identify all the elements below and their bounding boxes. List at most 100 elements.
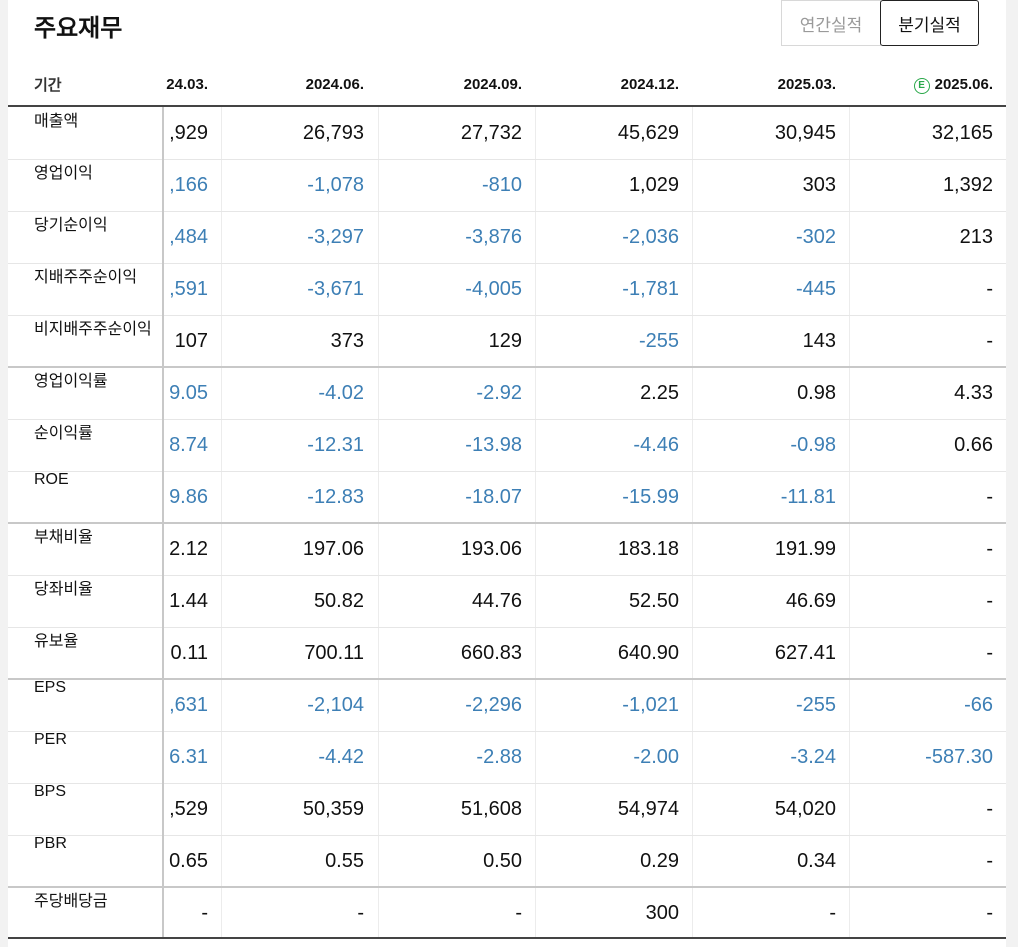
column-header-6: E 2025.06.: [853, 76, 993, 96]
table-cell: 45,629: [617, 122, 679, 144]
table-cell: 4.33: [954, 382, 993, 404]
row-divider: [8, 211, 162, 212]
column-header-label: 2024.12.: [620, 76, 679, 93]
table-cell: -1,078: [307, 174, 364, 196]
row-label-column: 매출액 영업이익 당기순이익 지배주주순이익 비지배주주순이익 영업이익률 순이익률 ROE 부…: [8, 107, 164, 937]
table-cell: -3,297: [307, 226, 364, 248]
row-divider: [8, 263, 162, 264]
table-cell: -2.92: [476, 382, 522, 404]
table-cell: -11.81: [780, 486, 836, 508]
row-label: 영업이익률: [34, 373, 108, 390]
quarterly-results-tab[interactable]: 분기실적: [880, 0, 979, 46]
table-cell: 27,732: [460, 122, 522, 144]
table-cell: -3.24: [790, 746, 836, 768]
table-cell: -: [829, 902, 836, 924]
table-cell: -4,005: [465, 278, 522, 300]
table-cell: -4.46: [633, 434, 679, 456]
table-cell: -: [986, 330, 993, 352]
table-cell: -: [986, 850, 993, 872]
row-label: 영업이익: [34, 165, 93, 182]
group-divider: [8, 678, 162, 680]
table-cell: -2.88: [476, 746, 522, 768]
row-label: 순이익률: [34, 425, 93, 442]
table-cell: 191.99: [774, 538, 836, 560]
table-cell: 0.66: [954, 434, 993, 456]
row-divider: [8, 315, 162, 316]
column-header-1: 24.03.: [68, 76, 208, 96]
row-label: 유보율: [34, 633, 79, 650]
table-cell: 0.29: [640, 850, 679, 872]
row-divider: [8, 471, 162, 472]
table-cell: 51,608: [460, 798, 522, 820]
table-cell: -255: [795, 694, 836, 716]
table-cell: 52.50: [628, 590, 679, 612]
table-cell: 46.69: [785, 590, 836, 612]
table-cell: -66: [964, 694, 993, 716]
table-cell: -0.98: [790, 434, 836, 456]
table-cell: -: [986, 590, 993, 612]
table-cell: -587.30: [925, 746, 993, 768]
table-cell: -3,876: [465, 226, 522, 248]
table-cell: -810: [481, 174, 522, 196]
table-cell: -2,104: [307, 694, 364, 716]
table-cell: -2,036: [622, 226, 679, 248]
table-cell: -12.83: [307, 486, 364, 508]
table-cell: -302: [795, 226, 836, 248]
table-cell: -4.02: [318, 382, 364, 404]
table-cell: -1,781: [622, 278, 679, 300]
row-label: 당좌비율: [34, 581, 93, 598]
table-cell: -: [986, 278, 993, 300]
table-cell: 50.82: [313, 590, 364, 612]
row-label: PER: [34, 731, 67, 748]
table-cell: -18.07: [465, 486, 522, 508]
table-cell: -2.00: [633, 746, 679, 768]
table-cell: 0.55: [325, 850, 364, 872]
group-divider: [8, 522, 162, 524]
table-cell: -: [986, 486, 993, 508]
table-cell: 300: [645, 902, 679, 924]
row-label: 매출액: [34, 113, 79, 130]
table-cell: -: [515, 902, 522, 924]
table-bottom-divider: [8, 937, 1006, 939]
column-header-label: 2024.06.: [305, 76, 364, 93]
annual-results-tab[interactable]: 연간실적: [781, 0, 881, 46]
group-divider: [8, 886, 162, 888]
column-header-label: 2024.09.: [463, 76, 522, 93]
table-cell: 26,793: [302, 122, 364, 144]
table-cell: 2.25: [640, 382, 679, 404]
table-cell: 30,945: [774, 122, 836, 144]
table-cell: 627.41: [774, 642, 836, 664]
table-cell: 54,974: [617, 798, 679, 820]
table-cell: -1,021: [622, 694, 679, 716]
row-label: 비지배주주순이익: [34, 321, 152, 338]
table-cell: -4.42: [318, 746, 364, 768]
table-cell: 373: [330, 330, 364, 352]
estimate-icon: E: [913, 78, 930, 94]
column-header-label: 24.03.: [166, 76, 208, 93]
table-cell: 660.83: [460, 642, 522, 664]
table-cell: -: [986, 798, 993, 820]
row-divider: [8, 835, 162, 836]
row-label: ROE: [34, 471, 69, 488]
table-cell: -12.31: [307, 434, 364, 456]
column-header-2: 2024.06.: [224, 76, 364, 96]
column-header-3: 2024.09.: [382, 76, 522, 96]
table-cell: 44.76: [471, 590, 522, 612]
table-cell: 0.34: [797, 850, 836, 872]
table-cell: 640.90: [617, 642, 679, 664]
column-header-label: 2025.06.: [934, 76, 993, 93]
row-divider: [8, 627, 162, 628]
row-label: 지배주주순이익: [34, 269, 138, 286]
row-divider: [8, 575, 162, 576]
table-cell: 193.06: [460, 538, 522, 560]
column-header-label: 2025.03.: [777, 76, 836, 93]
row-label: 부채비율: [34, 529, 93, 546]
row-label: 주당배당금: [34, 893, 108, 910]
row-divider: [8, 783, 162, 784]
financial-summary-card: 주요재무 연간실적 분기실적 ,929 26,793 27,732 45,629 30,…: [8, 0, 1006, 947]
period-header: 기간: [34, 77, 62, 94]
column-header-4: 2024.12.: [539, 76, 679, 96]
table-cell: -13.98: [465, 434, 522, 456]
row-divider: [8, 159, 162, 160]
table-cell: -445: [795, 278, 836, 300]
